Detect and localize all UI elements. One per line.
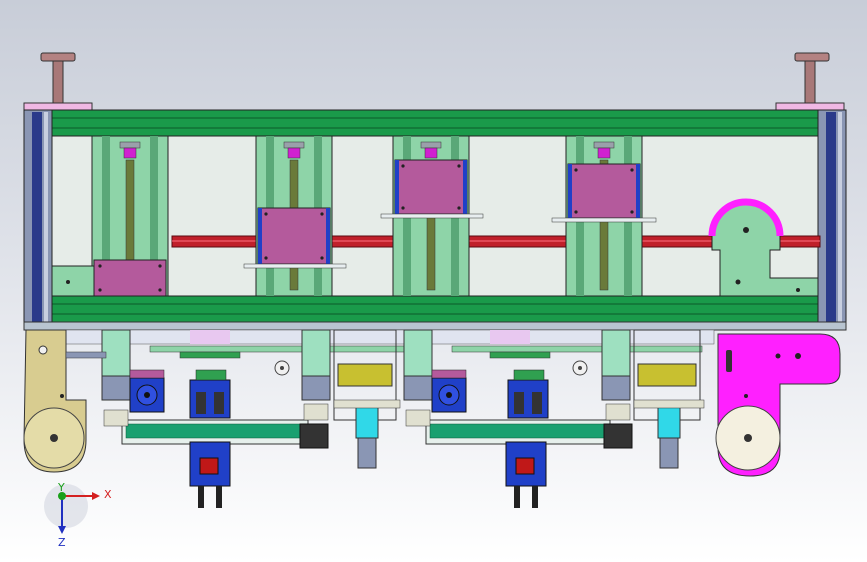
lead-screw-column-3 [380, 135, 484, 297]
coordinate-triad: X Y Z [44, 481, 112, 549]
gripper-motor-left [189, 441, 231, 508]
assembly-drawing: X Y Z [23, 52, 847, 549]
lower-column-left-a [101, 329, 131, 401]
stepper-motor-left [129, 369, 165, 413]
drive-unit-left [189, 369, 231, 419]
y-axis-label: Y [57, 481, 65, 494]
left-inner-bracket [51, 265, 95, 297]
cad-viewport[interactable]: X Y Z [0, 0, 867, 562]
lead-screw-column-4 [551, 135, 657, 297]
gripper-motor-right [505, 441, 547, 508]
lower-column-right-a [403, 329, 433, 401]
stepper-motor-right [431, 369, 467, 413]
lower-column-right-b [601, 329, 631, 401]
x-axis-label: X [104, 488, 112, 501]
z-axis-label: Z [58, 536, 66, 549]
right-top-knob [775, 52, 845, 112]
right-wheel-bracket [715, 333, 841, 477]
left-top-knob [23, 52, 93, 112]
lower-column-left-b [301, 329, 331, 401]
left-wheel-bracket [23, 329, 107, 473]
lead-screw-column-1 [91, 135, 169, 297]
lead-screw-column-2 [243, 135, 347, 297]
drive-unit-right [507, 369, 549, 419]
